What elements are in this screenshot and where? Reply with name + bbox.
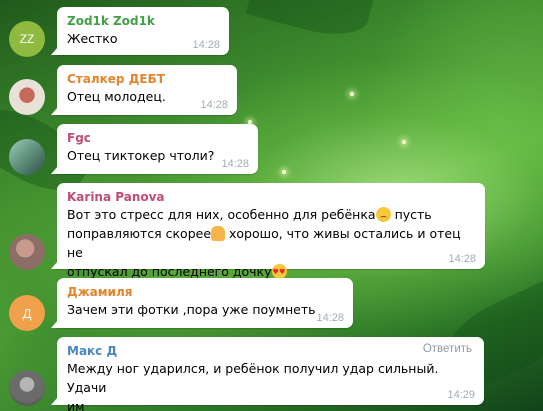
message-bubble[interactable]: Сталкер ДЕБТ Отец молодец. 14:28 xyxy=(51,65,237,115)
message-text-line: Между ног ударился, и ребёнок получил уд… xyxy=(67,361,439,395)
message-time: 14:28 xyxy=(448,253,476,265)
praying-hands-icon xyxy=(211,226,226,241)
message-time: 14:28 xyxy=(200,99,228,111)
avatar[interactable] xyxy=(9,370,45,406)
message-text-line: отпускал до последнего дочку xyxy=(67,264,272,279)
message-text: Вот это стресс для них, особенно для реб… xyxy=(67,205,475,282)
sender-name[interactable]: Zod1k Zod1k xyxy=(67,13,219,29)
avatar[interactable]: ZZ xyxy=(9,21,45,57)
message-text-line: Вот это стресс для них, особенно для реб… xyxy=(67,207,376,222)
reply-button[interactable]: Ответить xyxy=(423,343,472,355)
avatar[interactable] xyxy=(9,139,45,175)
message-bubble[interactable]: Zod1k Zod1k Жестко 14:28 xyxy=(51,7,229,55)
background-sparkle xyxy=(282,170,286,174)
message-text: Зачем эти фотки ,пора уже поумнеть xyxy=(67,302,316,317)
message-time: 14:28 xyxy=(192,39,220,51)
message-time: 14:29 xyxy=(447,389,475,401)
message-time: 14:28 xyxy=(221,158,249,170)
sender-name[interactable]: Джамиля xyxy=(67,284,343,300)
sender-name[interactable]: Макс Д xyxy=(67,343,474,359)
avatar[interactable] xyxy=(9,234,45,270)
avatar[interactable]: Д xyxy=(9,295,45,331)
message-text-line: пусть xyxy=(394,207,432,222)
sender-name[interactable]: Сталкер ДЕБТ xyxy=(67,71,227,87)
sad-face-icon xyxy=(375,207,391,222)
sender-name[interactable]: Karina Panova xyxy=(67,189,475,205)
background-sparkle xyxy=(350,92,354,96)
message-time: 14:28 xyxy=(316,312,344,324)
message-bubble[interactable]: Fgc Отец тиктокер чтоли? 14:28 xyxy=(51,124,258,174)
background-sparkle xyxy=(402,140,406,144)
message-bubble[interactable]: Karina Panova Вот это стресс для них, ос… xyxy=(51,183,485,282)
heart-eyes-icon xyxy=(271,263,287,282)
background-leaf xyxy=(245,0,375,45)
avatar[interactable] xyxy=(9,79,45,115)
message-text-line: поправляются скорее xyxy=(67,226,212,241)
message-text: Между ног ударился, и ребёнок получил уд… xyxy=(67,359,474,411)
sender-name[interactable]: Fgc xyxy=(67,130,248,146)
message-text-line: им xyxy=(67,399,85,411)
message-bubble[interactable]: Джамиля Зачем эти фотки ,пора уже поумне… xyxy=(51,278,353,328)
message-bubble[interactable]: Макс Д Ответить Между ног ударился, и ре… xyxy=(51,337,484,411)
